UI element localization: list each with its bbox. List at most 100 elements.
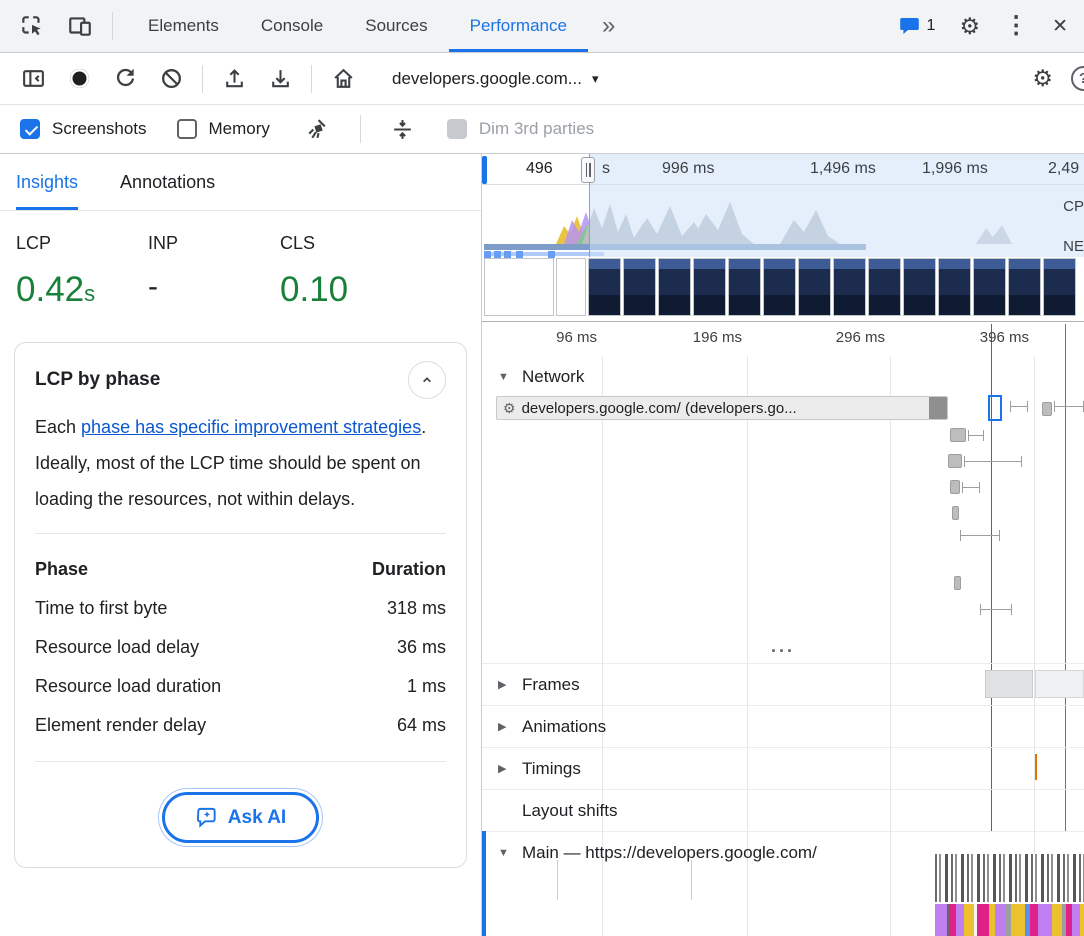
network-waterfall-item[interactable] (968, 430, 984, 441)
checkbox-checked-icon (20, 119, 40, 139)
dim-3rd-parties-checkbox[interactable]: Dim 3rd parties (447, 119, 594, 139)
toggle-sidebar-button[interactable] (10, 66, 56, 91)
divider (311, 65, 312, 93)
network-waterfall-item[interactable] (962, 482, 980, 493)
track-network[interactable]: ▼ Network (482, 360, 1084, 394)
metric-value: 0.10 (280, 270, 348, 309)
inspect-element-button[interactable] (8, 0, 56, 52)
main-flame-strip[interactable] (935, 904, 1084, 936)
load-profile-button[interactable] (211, 66, 257, 91)
highlighted-request[interactable] (988, 395, 1002, 421)
filmstrip-thumbnail[interactable] (903, 258, 936, 316)
settings-button[interactable]: ⚙ (959, 15, 980, 38)
filmstrip-thumbnail[interactable] (728, 258, 761, 316)
filmstrip-thumbnail[interactable] (1043, 258, 1076, 316)
triangle-collapsed-icon[interactable]: ▶ (498, 720, 511, 733)
tab-sources[interactable]: Sources (344, 0, 448, 52)
save-profile-button[interactable] (257, 66, 303, 91)
metric-lcp[interactable]: LCP 0.42s (16, 233, 148, 310)
metric-cls[interactable]: CLS 0.10 (280, 233, 412, 310)
network-waterfall-item[interactable] (1042, 402, 1052, 416)
device-toolbar-button[interactable] (56, 0, 104, 52)
record-and-reload-button[interactable] (102, 66, 148, 91)
triangle-expanded-icon[interactable]: ▼ (498, 847, 511, 859)
metric-unit: s (84, 281, 95, 306)
frame-bar[interactable] (1035, 670, 1084, 698)
help-button[interactable]: ? (1071, 66, 1084, 91)
filmstrip-thumbnail[interactable] (588, 258, 621, 316)
flame-segment (1038, 904, 1052, 936)
tab-performance[interactable]: Performance (449, 0, 588, 52)
tabbar-right-actions: 1 ⚙ ⋮ ✕ (899, 0, 1084, 52)
selection-left-handle[interactable] (482, 156, 487, 184)
capture-settings-button[interactable]: ⚙ (1032, 67, 1053, 90)
filmstrip-thumbnail[interactable] (693, 258, 726, 316)
improvement-strategies-link[interactable]: phase has specific improvement strategie… (81, 417, 421, 437)
filmstrip-thumbnail[interactable] (658, 258, 691, 316)
filmstrip-thumbnail[interactable] (623, 258, 656, 316)
home-button[interactable] (320, 66, 366, 91)
collapse-sections-button[interactable] (381, 117, 425, 142)
filmstrip-thumbnail[interactable] (938, 258, 971, 316)
ask-ai-button[interactable]: Ask AI (162, 792, 319, 843)
record-button[interactable] (56, 69, 102, 88)
triangle-collapsed-icon[interactable]: ▶ (498, 762, 511, 775)
phase-name: Time to first byte (35, 598, 167, 619)
ruler-time-label: 396 ms (924, 329, 1029, 346)
network-waterfall-item[interactable] (964, 456, 1022, 467)
column-phase: Phase (35, 559, 88, 580)
triangle-collapsed-icon[interactable]: ▶ (498, 678, 511, 691)
collapse-card-button[interactable] (408, 361, 446, 399)
clear-button[interactable] (148, 66, 194, 91)
tab-annotations[interactable]: Annotations (120, 154, 215, 210)
network-waterfall-item[interactable] (1010, 401, 1028, 412)
network-minimap-chip (504, 251, 511, 258)
issues-button[interactable]: 1 (899, 16, 936, 36)
filmstrip-thumbnail[interactable] (763, 258, 796, 316)
track-layout-shifts[interactable]: Layout shifts (482, 789, 1084, 831)
track-timings[interactable]: ▶ Timings (482, 747, 1084, 789)
filmstrip-thumbnail[interactable] (1008, 258, 1041, 316)
filmstrip-thumbnail[interactable] (798, 258, 831, 316)
filmstrip-thumbnail[interactable] (973, 258, 1006, 316)
close-devtools-button[interactable]: ✕ (1052, 17, 1068, 36)
message-bubble-icon (899, 16, 921, 36)
track-resize-handle[interactable]: ... (482, 636, 1084, 657)
timing-mark[interactable] (1035, 754, 1037, 780)
download-icon (268, 66, 293, 91)
track-animations[interactable]: ▶ Animations (482, 705, 1084, 747)
network-waterfall-item[interactable] (948, 454, 962, 468)
network-waterfall-item[interactable] (980, 604, 1012, 615)
tab-elements[interactable]: Elements (127, 0, 240, 52)
metric-value: - (148, 270, 158, 303)
timeline-overview[interactable]: 496 s 996 ms 1,496 ms 1,996 ms 2,49 CP N… (482, 154, 1084, 322)
network-waterfall-item[interactable] (954, 576, 961, 590)
selection-right-handle[interactable] (581, 157, 595, 183)
toolbar-right-actions: ⚙ ? (1032, 66, 1084, 91)
close-icon: ✕ (1052, 16, 1068, 37)
kebab-menu-button[interactable]: ⋮ (1004, 14, 1028, 38)
network-waterfall-item[interactable] (950, 480, 960, 494)
collect-garbage-button[interactable] (296, 117, 340, 142)
frame-bar[interactable] (985, 670, 1033, 698)
tab-console[interactable]: Console (240, 0, 344, 52)
network-waterfall-item[interactable] (960, 530, 1000, 541)
table-row: Element render delay 64 ms (35, 706, 446, 745)
network-waterfall-item[interactable] (1054, 401, 1084, 412)
filmstrip-thumbnail[interactable] (556, 258, 586, 316)
network-waterfall-item[interactable] (952, 506, 959, 520)
memory-checkbox[interactable]: Memory (177, 119, 270, 139)
network-request-bar[interactable]: ⚙ developers.google.com/ (developers.go.… (496, 396, 948, 420)
network-waterfall-item[interactable] (950, 428, 966, 442)
metric-inp[interactable]: INP - (148, 233, 280, 310)
filmstrip-thumbnail[interactable] (484, 258, 554, 316)
main-thread-activity-barcode[interactable] (935, 854, 1084, 902)
filmstrip-thumbnail[interactable] (868, 258, 901, 316)
history-url-selector[interactable]: developers.google.com... ▾ (392, 69, 598, 89)
screenshots-checkbox[interactable]: Screenshots (20, 119, 147, 139)
triangle-expanded-icon[interactable]: ▼ (498, 371, 511, 383)
tab-insights[interactable]: Insights (16, 154, 78, 210)
grid-line (691, 860, 692, 900)
more-tabs-button[interactable]: » (588, 0, 629, 52)
filmstrip-thumbnail[interactable] (833, 258, 866, 316)
